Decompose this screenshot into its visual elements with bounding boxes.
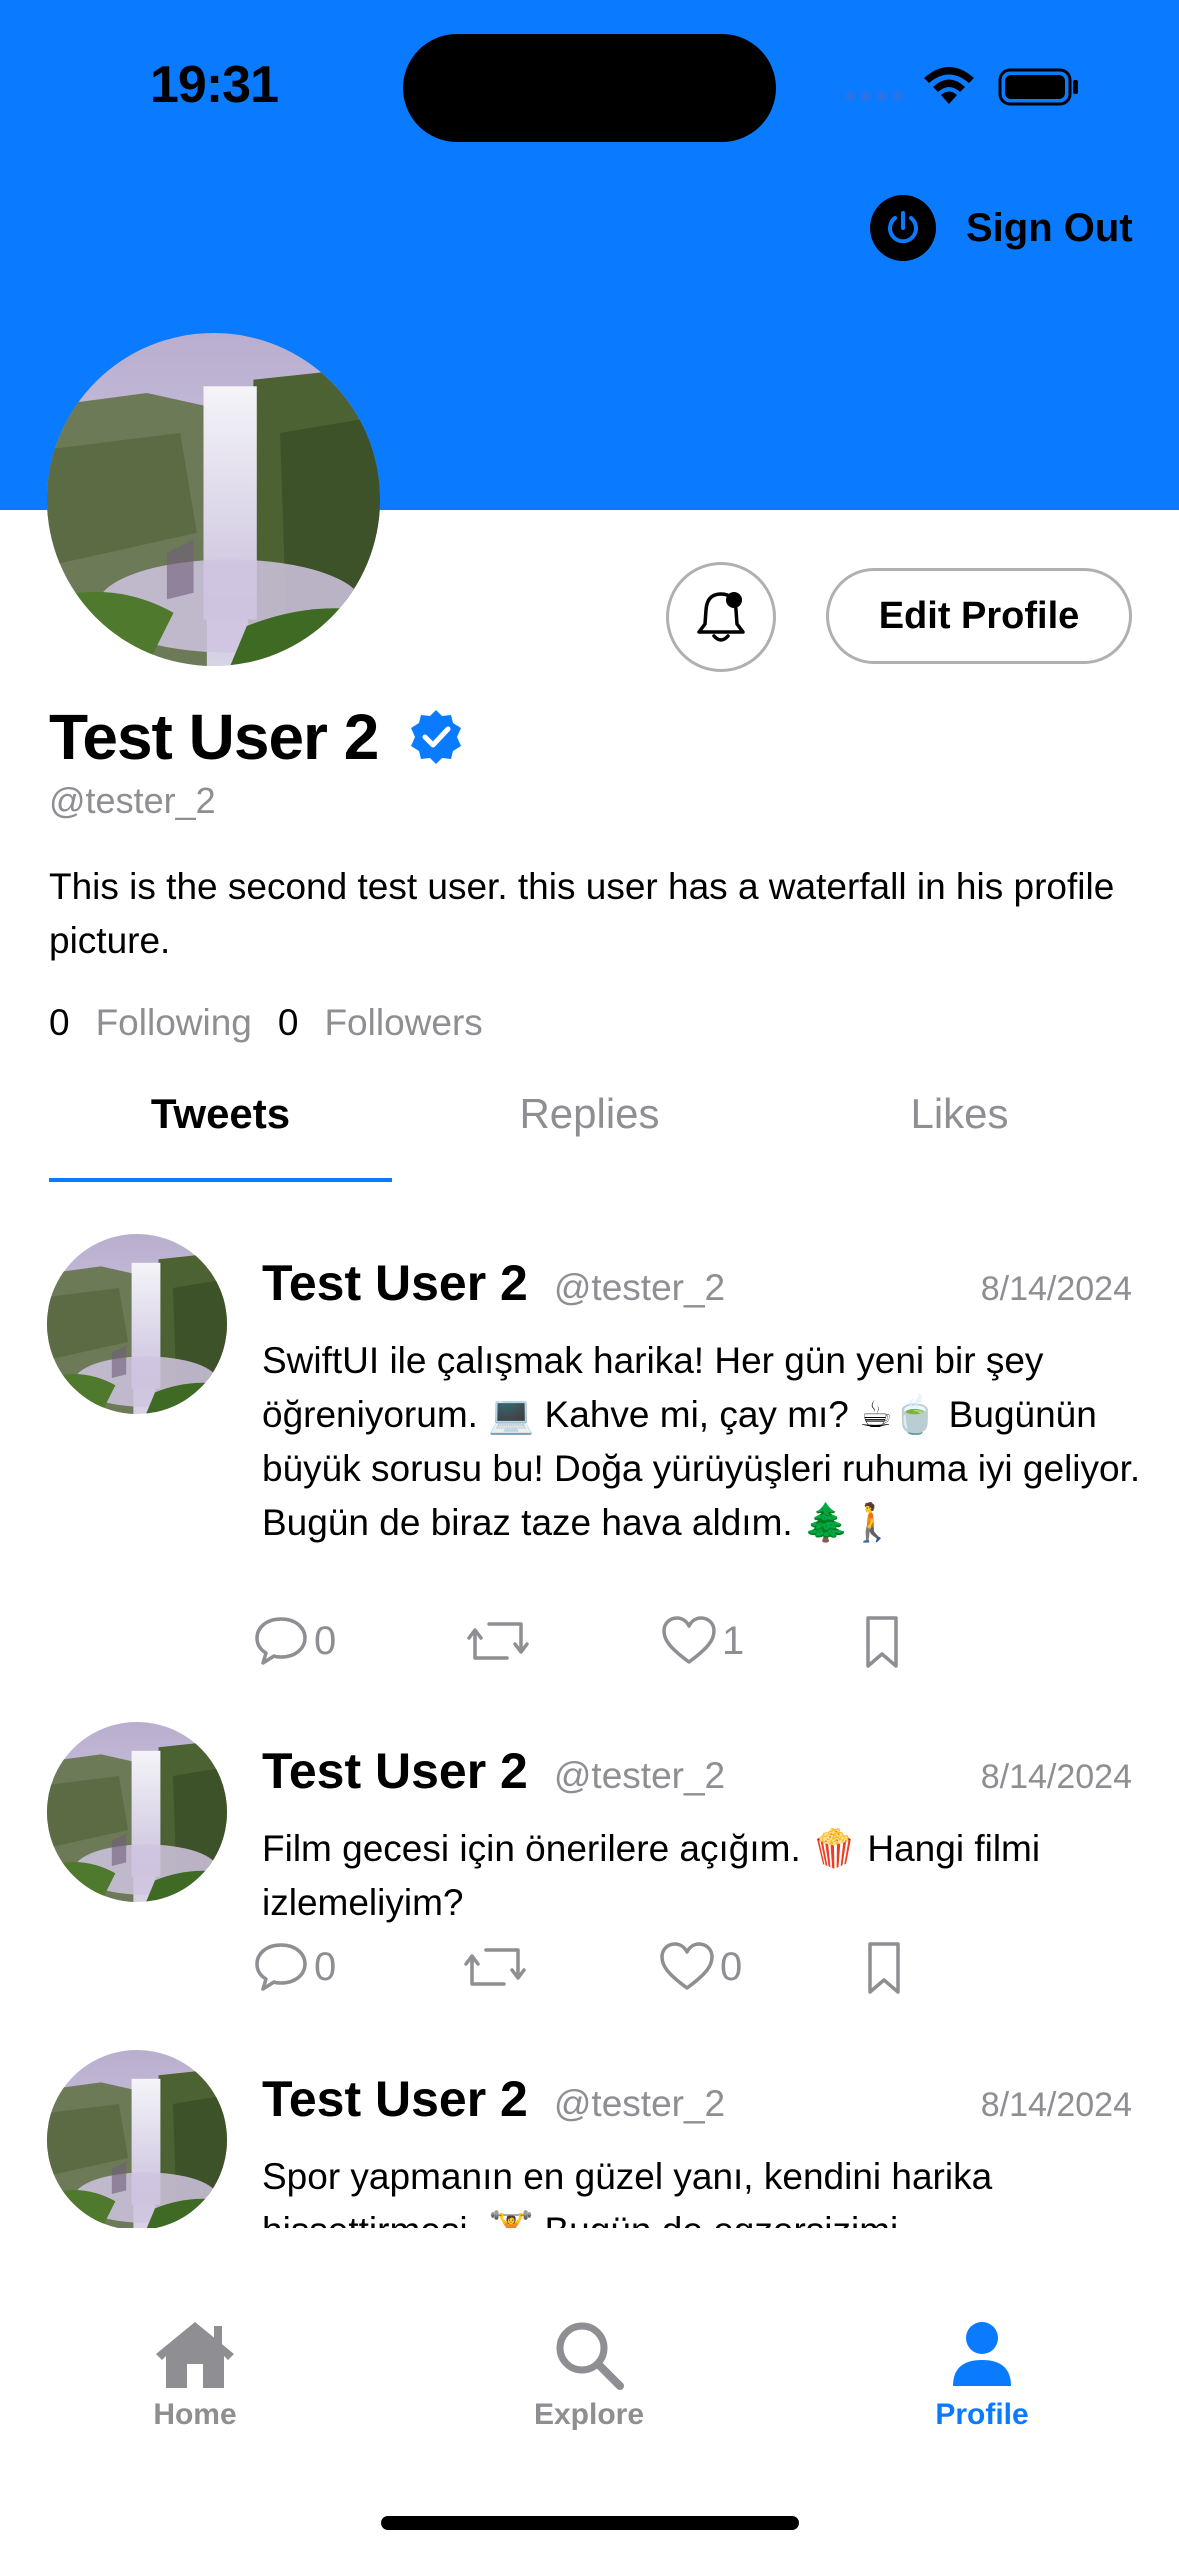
heart-icon [662, 1616, 716, 1664]
like-button[interactable]: 0 [658, 1940, 742, 1994]
tab-tweets[interactable]: Tweets [49, 1090, 392, 1138]
tab-bar-profile[interactable]: Profile [882, 2318, 1082, 2432]
profile-name-row: Test User 2 [49, 700, 466, 774]
tab-bar-home-label: Home [153, 2398, 237, 2431]
tweet-author-handle: @tester_2 [553, 1755, 726, 1796]
bookmark-icon [868, 1942, 900, 1994]
profile-handle: @tester_2 [49, 780, 216, 821]
tab-bar-home[interactable]: Home [95, 2318, 295, 2432]
tweet-feed[interactable]: Test User 2 @tester_2 8/14/2024 SwiftUI … [0, 1230, 1179, 2228]
tweet-text: Spor yapmanın en güzel yanı, kendini har… [262, 2156, 993, 2228]
tweet-actions: 0 0 [252, 1940, 952, 2004]
tweet-date: 8/14/2024 [980, 1270, 1132, 1308]
comment-icon [255, 1943, 307, 1991]
tweet-author-handle: @tester_2 [553, 1267, 726, 1308]
tweet-avatar[interactable] [47, 2050, 227, 2228]
profile-avatar[interactable] [47, 333, 380, 666]
home-indicator[interactable] [381, 2516, 799, 2530]
like-button[interactable]: 1 [660, 1614, 744, 1668]
profile-name: Test User 2 [49, 701, 379, 773]
reply-count: 0 [314, 1944, 337, 1989]
tweet-text: Film gecesi için önerilere açığım. 🍿 Han… [262, 1828, 1041, 1923]
heart-icon [660, 1942, 714, 1990]
retweet-icon [464, 1948, 526, 1986]
sign-out-label: Sign Out [966, 205, 1133, 250]
bookmark-button[interactable] [862, 1614, 902, 1670]
tweet-date: 8/14/2024 [980, 2086, 1132, 2124]
bell-icon [697, 592, 745, 642]
tweet-date: 8/14/2024 [980, 1758, 1132, 1796]
following-label[interactable]: Following [96, 1002, 252, 1044]
tab-replies[interactable]: Replies [418, 1090, 761, 1138]
bookmark-button[interactable] [864, 1940, 904, 1996]
notification-bell-button[interactable] [666, 562, 776, 672]
followers-label[interactable]: Followers [324, 1002, 482, 1044]
battery-icon [998, 68, 1078, 106]
profile-bio: This is the second test user. this user … [49, 866, 1115, 961]
tweet-author-name: Test User 2 [262, 1255, 528, 1311]
magnifier-icon [556, 2322, 624, 2390]
tweet-author-handle: @tester_2 [553, 2083, 726, 2124]
bookmark-icon [866, 1616, 898, 1668]
tab-bar-profile-label: Profile [935, 2398, 1029, 2431]
tweet-author-name: Test User 2 [262, 1743, 528, 1799]
follow-stats: 0 Following 0 Followers [49, 1002, 509, 1044]
profile-tabs: Tweets Replies Likes [0, 1090, 1179, 1190]
retweet-icon [467, 1622, 529, 1660]
like-count: 0 [720, 1944, 743, 1989]
verified-badge-icon [411, 710, 462, 764]
tweet-actions: 0 1 [252, 1614, 952, 1678]
selected-tab-indicator [49, 1178, 392, 1182]
reply-button[interactable]: 0 [252, 1940, 336, 1994]
tweet-author-name: Test User 2 [262, 2071, 528, 2127]
reply-count: 0 [314, 1618, 337, 1663]
reply-button[interactable]: 0 [252, 1614, 336, 1668]
followers-count[interactable]: 0 [278, 1002, 299, 1044]
person-icon [953, 2322, 1011, 2386]
tweet-avatar[interactable] [47, 1234, 227, 1414]
cellular-signal-icon [845, 86, 907, 106]
status-time: 19:31 [150, 56, 279, 114]
sign-out-button[interactable]: Sign Out [870, 188, 1133, 268]
comment-icon [255, 1617, 307, 1665]
like-count: 1 [722, 1618, 745, 1663]
tweet-text: SwiftUI ile çalışmak harika! Her gün yen… [262, 1340, 1141, 1543]
edit-profile-button[interactable]: Edit Profile [826, 568, 1132, 664]
following-count[interactable]: 0 [49, 1002, 70, 1044]
house-icon [156, 2322, 234, 2388]
wifi-icon [924, 67, 974, 104]
tab-bar-explore[interactable]: Explore [489, 2318, 689, 2432]
retweet-button[interactable] [464, 1940, 526, 1994]
dynamic-island [403, 34, 776, 142]
tweet-avatar[interactable] [47, 1722, 227, 1902]
tab-likes[interactable]: Likes [788, 1090, 1131, 1138]
tab-bar-explore-label: Explore [533, 2398, 645, 2431]
retweet-button[interactable] [467, 1614, 529, 1668]
power-icon [870, 195, 936, 261]
